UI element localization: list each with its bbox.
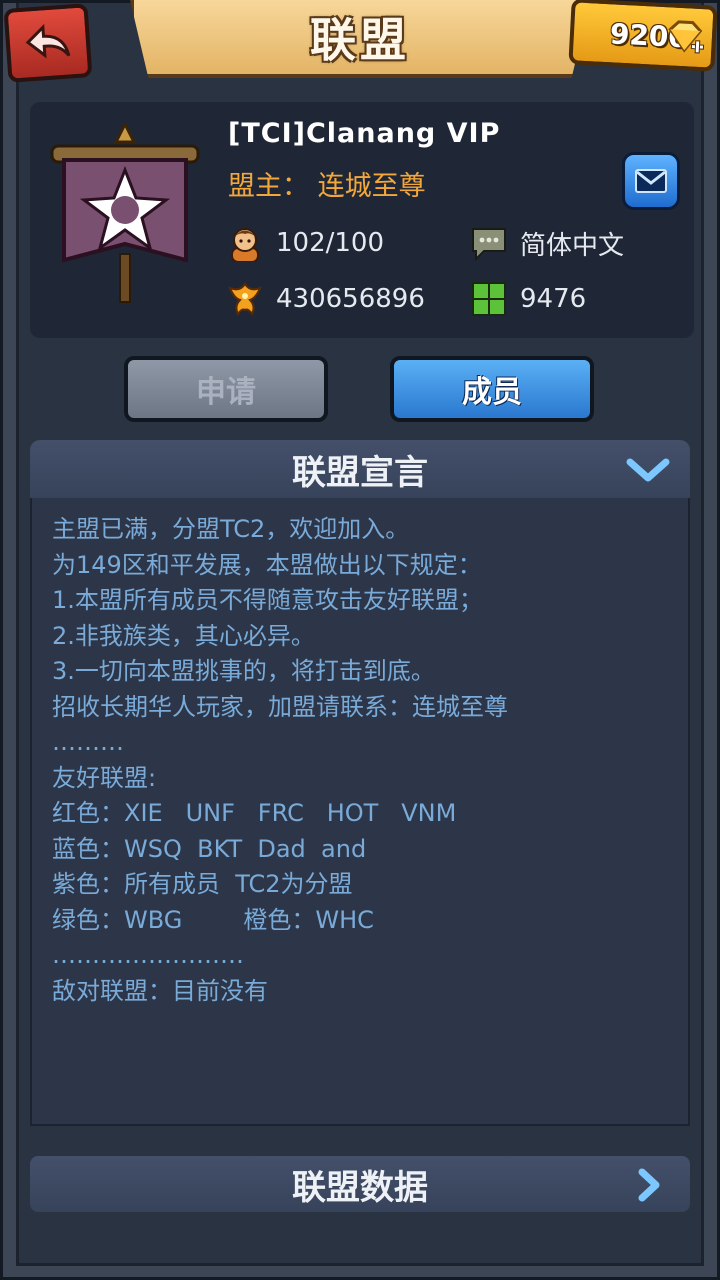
gem-counter[interactable]: 9200 — [568, 0, 718, 72]
stat-members: 102/100 — [226, 224, 384, 262]
back-button[interactable] — [3, 3, 93, 83]
clan-banner-icon — [50, 124, 200, 303]
clan-info-card: [TCI]Clanang VIP 盟主： 连城至尊 102/100 简体中文 4… — [30, 102, 694, 338]
mail-button[interactable] — [622, 152, 680, 210]
manifesto-line: 为149区和平发展，本盟做出以下规定： — [52, 550, 482, 579]
gem-plus-icon — [668, 20, 705, 54]
clan-data-title: 联盟数据 — [292, 1167, 428, 1208]
manifesto-line: 紫色：所有成员 TC2为分盟 — [52, 870, 353, 898]
manifesto-line: 主盟已满，分盟TC2，欢迎加入。 — [52, 515, 410, 543]
mail-icon — [635, 169, 667, 193]
manifesto-line: 红色：XIE UNF FRC HOT VNM — [52, 799, 457, 827]
manifesto-line: ……… — [52, 728, 124, 756]
manifesto-line: 2.非我族类，其心必异。 — [52, 621, 315, 650]
manifesto-line: 蓝色：WSQ BKT Dad and — [52, 834, 367, 863]
stat-territory: 9476 — [470, 280, 586, 318]
chevron-down-icon[interactable] — [626, 456, 670, 484]
member-count: 102/100 — [276, 228, 385, 258]
manifesto-header[interactable]: 联盟宣言 — [30, 440, 690, 498]
apply-button[interactable]: 申请 — [124, 356, 328, 422]
power-value: 430656896 — [276, 284, 425, 314]
territory-grid-icon — [472, 282, 506, 316]
chat-bubble-icon — [472, 228, 506, 262]
chevron-right-icon — [638, 1168, 660, 1202]
clan-data-button[interactable]: 联盟数据 — [30, 1156, 690, 1212]
phoenix-icon — [228, 282, 262, 316]
clan-leader: 盟主： 连城至尊 — [228, 171, 426, 202]
title-banner: 联盟 — [130, 0, 590, 78]
language-label: 简体中文 — [520, 230, 625, 261]
back-arrow-icon — [25, 23, 71, 59]
page-title: 联盟 — [310, 13, 410, 67]
manifesto-line: 3.一切向本盟挑事的，将打击到底。 — [52, 657, 435, 685]
manifesto-line: 招收长期华人玩家，加盟请联系：连城至尊 — [52, 692, 508, 721]
manifesto-title: 联盟宣言 — [292, 452, 428, 493]
territory-value: 9476 — [520, 284, 587, 314]
manifesto-line: 友好联盟: — [52, 763, 157, 792]
stat-power: 430656896 — [226, 280, 425, 318]
manifesto-line: 绿色：WBG 橙色：WHC — [52, 905, 374, 934]
members-button[interactable]: 成员 — [390, 356, 594, 422]
manifesto-line: 敌对联盟：目前没有 — [52, 976, 268, 1005]
manifesto-line: …………………… — [52, 941, 244, 969]
member-icon — [231, 228, 259, 262]
manifesto-line: 1.本盟所有成员不得随意攻击友好联盟； — [52, 586, 483, 614]
manifesto-body: 主盟已满，分盟TC2，欢迎加入。 为149区和平发展，本盟做出以下规定： 1.本… — [30, 498, 690, 1126]
clan-name: [TCI]Clanang VIP — [228, 118, 501, 149]
stat-language: 简体中文 — [470, 224, 624, 262]
